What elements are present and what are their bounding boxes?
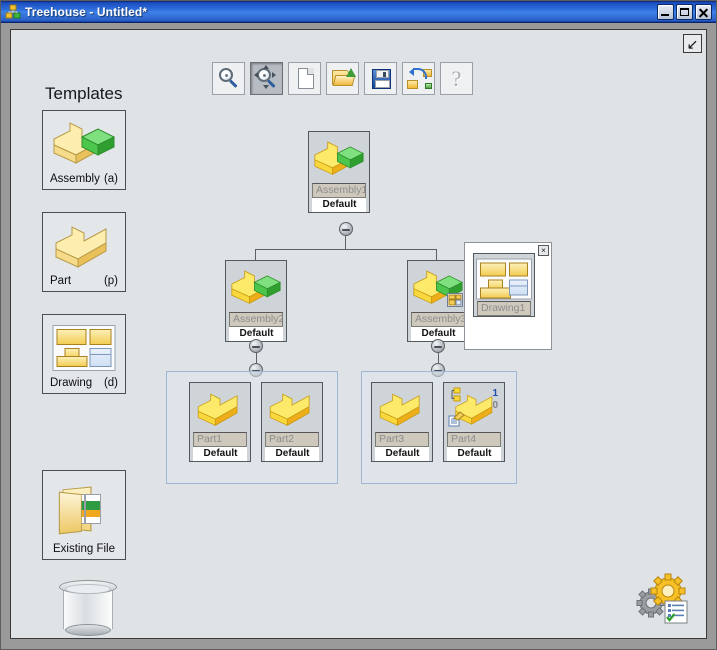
template-existing-file-label: Existing File [53,543,115,555]
tree-connector-branch-left [255,249,256,260]
treehouse-icon [5,4,21,20]
part-block-icon [265,386,319,432]
maximize-button[interactable] [676,3,693,20]
node-name-field[interactable]: Drawing1 [477,301,531,316]
node-part2[interactable]: Part2 Default [261,382,323,462]
template-part-label: Part [50,275,72,287]
note-edit-badge [448,411,465,432]
node-config-label[interactable]: Default [447,447,501,461]
tree-connector-branch-right [436,249,437,260]
templates-heading: Templates [45,84,123,103]
new-button[interactable] [288,62,321,95]
application-window: Treehouse - Untitled* ↙ ? Templates Asse… [0,0,717,650]
template-assembly-shortcut: (a) [103,173,118,185]
assembly-block-icon [312,135,366,183]
node-part3[interactable]: Part3 Default [371,382,433,462]
part-block-icon: 1 0 [447,386,501,432]
assembly-block-icon [43,115,125,173]
drawing-sheet-badge [447,293,463,312]
window-title: Treehouse - Untitled* [25,4,148,19]
part-ref-badge [448,387,464,408]
node-name-field[interactable]: Assembly2 [229,312,283,327]
question-mark-icon: ? [451,65,462,91]
part-block-icon [193,386,247,432]
close-button[interactable] [695,3,712,20]
window-body: ↙ ? Templates Assembly (a) Part (p) Draw… [1,23,716,649]
template-drawing-label: Drawing [50,377,93,389]
magnifier-icon [219,68,239,89]
node-config-label[interactable]: Default [312,198,366,212]
export-button[interactable] [402,62,435,95]
page-icon [298,68,314,89]
node-config-label[interactable]: Default [375,447,429,461]
template-part-shortcut: (p) [103,275,118,287]
node-name-field[interactable]: Part1 [193,432,247,447]
magnifier-pan-icon [254,65,277,89]
zoom-fit-button[interactable] [212,62,245,95]
node-config-label[interactable]: Default [193,447,247,461]
template-drawing[interactable]: Drawing (d) [42,314,126,394]
tree-connector-vertical [345,236,346,250]
drawing-sheet-icon [43,319,125,377]
floppy-disk-icon [372,69,391,89]
export-tree-icon [407,68,432,90]
template-assembly[interactable]: Assembly (a) [42,110,126,190]
folder-open-icon [332,68,356,87]
template-part[interactable]: Part (p) [42,212,126,292]
collapse-handle-assembly2[interactable] [249,339,263,353]
open-folder-files-icon [43,475,125,543]
collapse-handle-root[interactable] [339,222,353,236]
part-block-icon [43,217,125,275]
node-name-field[interactable]: Part3 [375,432,429,447]
node-drawing1[interactable]: Drawing1 [473,253,535,317]
drawing-panel[interactable]: × Drawing1 [464,242,552,350]
node-name-field[interactable]: Part4 [447,432,501,447]
template-existing-file[interactable]: Existing File [42,470,126,560]
tree-connector-horizontal [255,249,437,250]
node-part4[interactable]: 1 0 Part4 Default [443,382,505,462]
close-icon[interactable]: × [538,245,549,256]
open-button[interactable] [326,62,359,95]
badge-count-bottom: 0 [492,400,498,411]
help-button[interactable]: ? [440,62,473,95]
window-controls [657,3,714,20]
zoom-region-button[interactable] [250,62,283,95]
node-part1[interactable]: Part1 Default [189,382,251,462]
assembly-block-icon [229,264,283,312]
badge-count-top: 1 [492,388,498,399]
toolbar: ? [212,62,473,95]
tree-canvas[interactable]: ↙ ? Templates Assembly (a) Part (p) Draw… [10,29,707,639]
node-assembly3[interactable]: Assembly3 Default [407,260,469,342]
drawing-sheet-icon [476,257,532,301]
title-bar: Treehouse - Untitled* [1,1,716,23]
node-name-field[interactable]: Part2 [265,432,319,447]
gears-checklist-icon[interactable] [634,572,692,624]
save-button[interactable] [364,62,397,95]
node-config-label[interactable]: Default [265,447,319,461]
trash-bin-icon[interactable] [59,580,117,636]
collapse-handle-assembly3[interactable] [431,339,445,353]
template-drawing-shortcut: (d) [103,377,118,389]
assembly-block-icon [411,264,465,312]
part-block-icon [375,386,429,432]
node-name-field[interactable]: Assembly1 [312,183,366,198]
node-assembly1[interactable]: Assembly1 Default [308,131,370,213]
node-name-field[interactable]: Assembly3 [411,312,465,327]
template-assembly-label: Assembly [50,173,100,185]
collapse-corner-button[interactable]: ↙ [683,34,702,53]
minimize-button[interactable] [657,3,674,20]
node-assembly2[interactable]: Assembly2 Default [225,260,287,342]
